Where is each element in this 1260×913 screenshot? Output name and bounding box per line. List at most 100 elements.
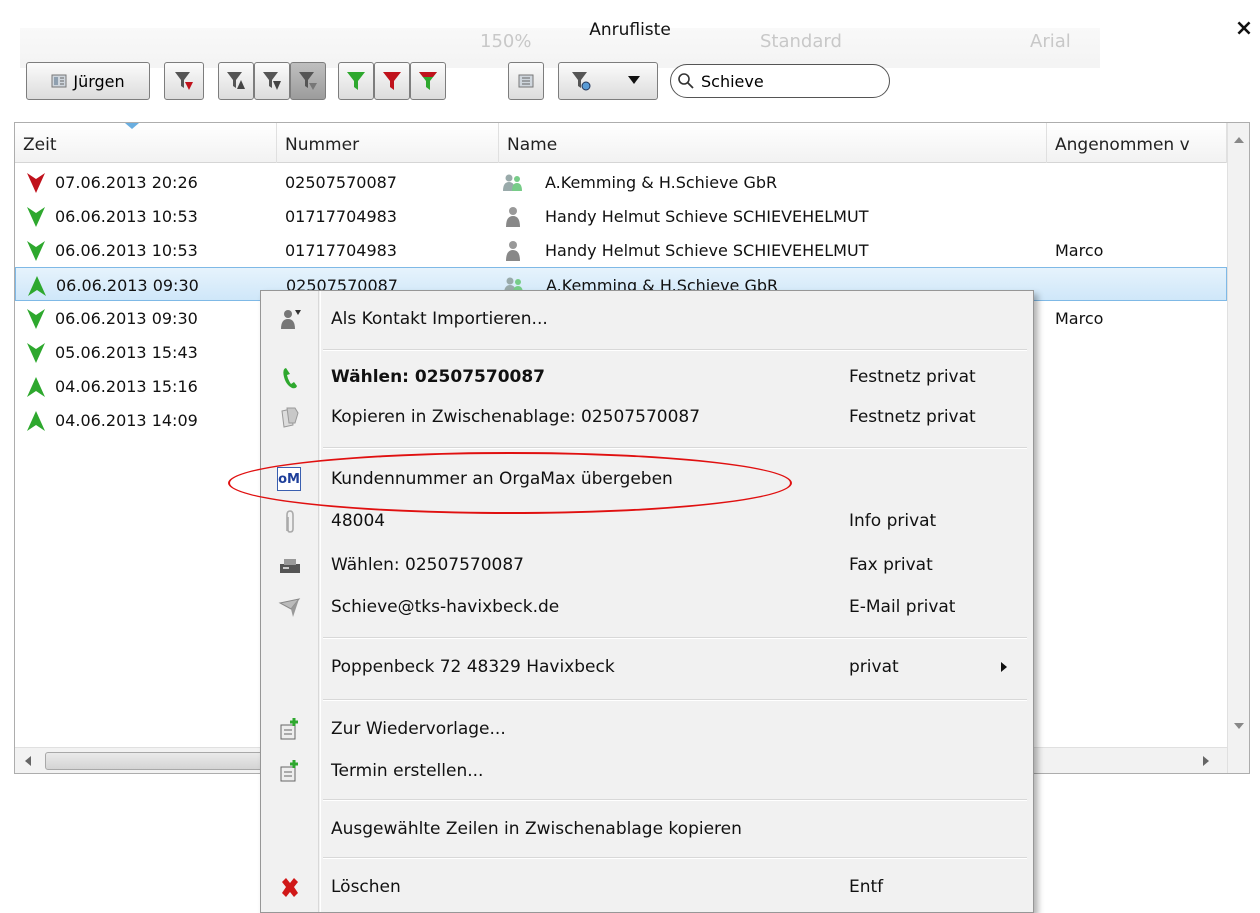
scroll-left-icon[interactable] (25, 756, 31, 766)
column-header-zeit[interactable]: Zeit (15, 123, 277, 163)
person-contact-icon (506, 241, 520, 261)
copy-clipboard-icon (281, 407, 299, 428)
menu-item-orgamax[interactable]: oM Kundennummer an OrgaMax übergeben (261, 459, 1033, 499)
filter-missed-button[interactable] (164, 62, 204, 100)
menu-item-copy-number[interactable]: Kopieren in Zwischenablage: 02507570087 … (261, 397, 1033, 437)
table-row[interactable]: 06.06.2013 10:53 01717704983 Handy Helmut … (15, 199, 1227, 233)
cell-time: 04.06.2013 14:09 (55, 411, 198, 430)
appointment-icon (280, 760, 298, 782)
incoming-call-arrow-icon (27, 207, 45, 227)
search-box[interactable] (670, 64, 890, 98)
user-card-icon (51, 74, 67, 88)
outgoing-call-arrow-icon (27, 377, 45, 397)
menu-item-address[interactable]: Poppenbeck 72 48329 Havixbeck privat (261, 647, 1033, 687)
funnel-up-icon (227, 72, 245, 89)
menu-separator (323, 857, 1027, 859)
incoming-call-arrow-icon (27, 309, 45, 329)
chevron-down-icon[interactable] (628, 76, 640, 84)
menu-item-shortcut: E-Mail privat (849, 597, 956, 617)
vertical-scrollbar[interactable] (1227, 123, 1249, 773)
menu-item-label: Termin erstellen... (331, 761, 484, 781)
cell-time: 04.06.2013 15:16 (55, 377, 198, 396)
menu-item-shortcut: Info privat (849, 511, 937, 531)
cell-accepted: Marco (1055, 309, 1104, 328)
column-header-nummer[interactable]: Nummer (277, 123, 499, 163)
menu-item-dial-fax[interactable]: Wählen: 02507570087 Fax privat (261, 545, 1033, 585)
search-input[interactable] (699, 70, 869, 92)
menu-item-label: 48004 (331, 511, 386, 531)
menu-item-shortcut: privat (849, 657, 899, 677)
menu-item-shortcut: Festnetz privat (849, 407, 976, 427)
menu-separator (323, 349, 1027, 351)
cell-time: 06.06.2013 10:53 (55, 207, 198, 226)
scroll-up-icon[interactable] (1234, 137, 1244, 143)
menu-item-label: Kundennummer an OrgaMax übergeben (331, 469, 673, 489)
menu-item-info[interactable]: 48004 Info privat (261, 501, 1033, 541)
phone-handset-icon (283, 368, 297, 389)
cell-time: 06.06.2013 09:30 (55, 309, 198, 328)
scroll-right-icon[interactable] (1203, 756, 1209, 766)
menu-item-reminder[interactable]: Zur Wiedervorlage... (261, 709, 1033, 749)
missed-call-arrow-icon (27, 173, 45, 193)
table-row[interactable]: 06.06.2013 10:53 01717704983 Handy Helmut … (15, 233, 1227, 267)
cell-accepted: Marco (1055, 241, 1104, 260)
window-title: Anrufliste (589, 20, 671, 40)
filter-incoming-button[interactable] (254, 62, 290, 100)
menu-item-dial-landline[interactable]: Wählen: 02507570087 Festnetz privat (261, 357, 1033, 397)
menu-item-delete[interactable]: Löschen Entf (261, 867, 1033, 907)
menu-separator (323, 637, 1027, 639)
user-button[interactable]: Jürgen (26, 62, 150, 100)
menu-item-label: Wählen: 02507570087 (331, 367, 546, 387)
funnel-red-icon (175, 72, 193, 90)
paperclip-icon (286, 510, 294, 533)
filter-all-button[interactable] (290, 62, 326, 100)
menu-item-email[interactable]: Schieve@tks-havixbeck.de E-Mail privat (261, 587, 1033, 627)
notes-button[interactable] (508, 62, 544, 100)
cell-time: 06.06.2013 09:30 (56, 276, 199, 295)
import-contact-icon (281, 310, 301, 329)
table-row[interactable]: 07.06.2013 20:26 02507570087 A.Kemming & H… (15, 165, 1227, 199)
funnel-all-icon (299, 72, 317, 90)
menu-item-copy-rows[interactable]: Ausgewählte Zeilen in Zwischenablage kop… (261, 809, 1033, 849)
outgoing-call-arrow-icon (27, 411, 45, 431)
menu-item-import-contact[interactable]: Als Kontakt Importieren... (261, 299, 1033, 339)
person-contact-icon (506, 207, 520, 227)
funnel-green-icon (347, 72, 365, 90)
menu-item-label: Poppenbeck 72 48329 Havixbeck (331, 657, 615, 677)
menu-item-shortcut: Festnetz privat (849, 367, 976, 387)
filter-green-button[interactable] (338, 62, 374, 100)
filter-mixed-button[interactable] (410, 62, 446, 100)
menu-item-label: Als Kontakt Importieren... (331, 309, 548, 329)
funnel-down-icon (263, 72, 281, 90)
cell-name: A.Kemming & H.Schieve GbR (545, 173, 778, 192)
reminder-icon (280, 718, 298, 740)
scroll-down-icon[interactable] (1234, 723, 1244, 729)
fax-icon (280, 559, 300, 573)
cell-time: 05.06.2013 15:43 (55, 343, 198, 362)
cell-number: 01717704983 (285, 207, 397, 226)
column-header-name[interactable]: Name (499, 123, 1047, 163)
context-menu: Als Kontakt Importieren... Wählen: 02507… (260, 290, 1034, 913)
incoming-call-arrow-icon (27, 343, 45, 363)
funnel-red-solid-icon (383, 72, 401, 90)
filter-outgoing-button[interactable] (218, 62, 254, 100)
cell-name: Handy Helmut Schieve SCHIEVEHELMUT (545, 241, 869, 260)
group-contact-icon (503, 174, 522, 191)
menu-item-label: Ausgewählte Zeilen in Zwischenablage kop… (331, 819, 742, 839)
table-header: Zeit Nummer Name Angenommen v (15, 123, 1249, 163)
column-header-angenommen[interactable]: Angenommen v (1047, 123, 1227, 163)
filter-dropdown-button[interactable] (558, 62, 658, 100)
cell-time: 07.06.2013 20:26 (55, 173, 198, 192)
email-icon (278, 598, 301, 617)
submenu-arrow-icon (1001, 662, 1007, 672)
menu-item-appointment[interactable]: Termin erstellen... (261, 751, 1033, 791)
cell-number: 01717704983 (285, 241, 397, 260)
filter-red-button[interactable] (374, 62, 410, 100)
outgoing-call-arrow-icon (28, 276, 46, 296)
menu-separator (323, 447, 1027, 449)
menu-item-label: Kopieren in Zwischenablage: 02507570087 (331, 407, 701, 427)
close-icon[interactable]: × (1234, 18, 1254, 40)
cell-number: 02507570087 (285, 173, 397, 192)
incoming-call-arrow-icon (27, 241, 45, 261)
funnel-mixed-icon (419, 72, 437, 90)
